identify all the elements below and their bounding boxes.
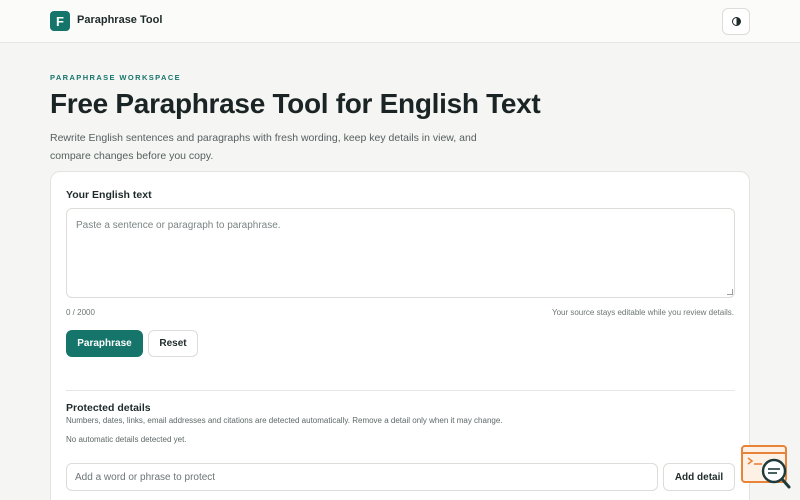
- search-document-icon: [741, 445, 791, 489]
- theme-toggle-button[interactable]: [722, 8, 750, 35]
- paraphrase-card: Your English text 0 / 2000 Your source s…: [50, 171, 750, 500]
- resize-handle-icon[interactable]: [727, 289, 733, 295]
- paraphrase-button[interactable]: Paraphrase: [66, 330, 143, 357]
- editor-hint: Your source stays editable while you rev…: [551, 308, 734, 317]
- protected-details-title: Protected details: [66, 402, 151, 414]
- contrast-icon: [731, 17, 741, 26]
- brand-name[interactable]: Paraphrase Tool: [77, 14, 162, 26]
- page-subtitle: Rewrite English sentences and paragraphs…: [50, 132, 477, 162]
- top-bar: F Paraphrase Tool: [0, 0, 800, 43]
- eyebrow-label: PARAPHRASE WORKSPACE: [50, 73, 182, 82]
- section-divider: [66, 390, 735, 391]
- source-text-label: Your English text: [66, 189, 152, 201]
- add-detail-button[interactable]: Add detail: [663, 463, 735, 491]
- app-logo[interactable]: F: [50, 11, 70, 31]
- character-counter: 0 / 2000: [66, 308, 95, 317]
- reset-button[interactable]: Reset: [148, 330, 198, 357]
- page-title: Free Paraphrase Tool for English Text: [50, 88, 541, 119]
- protected-details-description: Numbers, dates, links, email addresses a…: [66, 416, 503, 425]
- search-document-widget[interactable]: [740, 444, 792, 492]
- protected-details-empty-note: No automatic details detected yet.: [66, 435, 187, 444]
- source-text-input[interactable]: [66, 208, 735, 298]
- protect-phrase-input[interactable]: [66, 463, 658, 491]
